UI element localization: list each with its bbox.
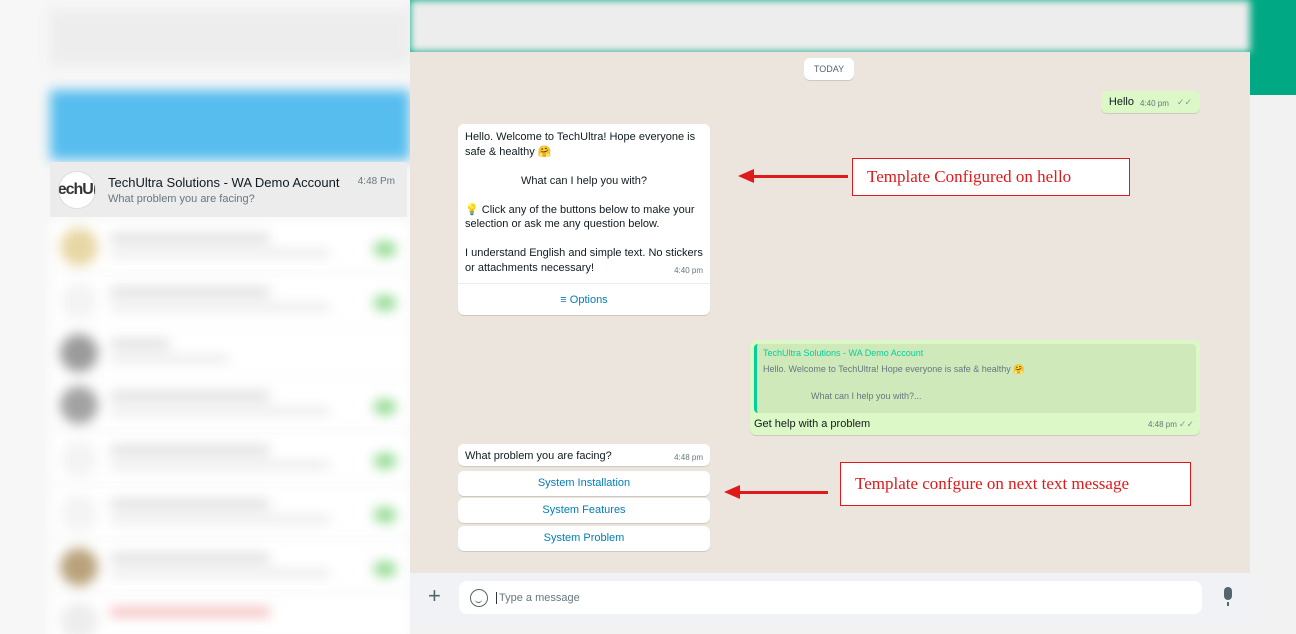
avatar: echUl <box>58 170 96 209</box>
active-chat-item[interactable]: echUl TechUltra Solutions - WA Demo Acco… <box>50 162 407 217</box>
message-time: 4:48 pm <box>674 453 703 462</box>
read-ticks-icon: ✓✓ <box>1178 419 1194 429</box>
quoted-message[interactable]: TechUltra Solutions - WA Demo Account He… <box>754 344 1196 413</box>
outgoing-reply-message[interactable]: TechUltra Solutions - WA Demo Account He… <box>750 340 1200 435</box>
list-item[interactable] <box>50 220 410 272</box>
read-ticks-icon: ✓✓ <box>1176 97 1192 107</box>
conversation-panel: TODAY Hello 4:40 pm ✓✓ Hello. Welcome to… <box>410 52 1250 624</box>
list-item[interactable] <box>50 540 410 592</box>
list-item[interactable] <box>50 486 410 538</box>
problem-question-message[interactable]: What problem you are facing? 4:48 pm <box>458 444 710 466</box>
chat-last-message: What problem you are facing? <box>108 192 255 205</box>
message-time: 4:48 pm <box>1148 420 1177 429</box>
avatar-text: echUl <box>58 180 96 198</box>
date-divider: TODAY <box>804 58 854 80</box>
quick-reply-system-problem[interactable]: System Problem <box>458 526 710 551</box>
list-item[interactable] <box>50 432 410 484</box>
blurred-banner <box>50 90 410 160</box>
quoted-text-2: What can I help you with?... <box>811 391 922 401</box>
blurred-header <box>50 10 410 65</box>
chat-list-panel: echUl TechUltra Solutions - WA Demo Acco… <box>0 0 410 634</box>
options-button[interactable]: ≡ Options <box>458 282 710 315</box>
list-item[interactable] <box>50 326 410 378</box>
annotation-arrow-2 <box>724 485 828 499</box>
welcome-line-1: Hello. Welcome to TechUltra! Hope everyo… <box>465 131 696 158</box>
plus-icon[interactable]: + <box>428 583 441 609</box>
chat-time: 4:48 Pm <box>357 176 395 187</box>
quoted-sender: TechUltra Solutions - WA Demo Account <box>763 348 924 358</box>
chat-header <box>410 0 1250 52</box>
message-text: What problem you are facing? <box>465 450 612 462</box>
annotation-arrow-1 <box>738 169 848 183</box>
emoji-icon[interactable] <box>470 588 488 607</box>
annotation-box-2: Template confgure on next text message <box>840 462 1191 506</box>
quoted-text: Hello. Welcome to TechUltra! Hope everyo… <box>763 364 1025 374</box>
annotation-box-1: Template Configured on hello <box>852 158 1130 196</box>
welcome-template-message[interactable]: Hello. Welcome to TechUltra! Hope everyo… <box>458 124 710 315</box>
welcome-line-3: 💡 Click any of the buttons below to make… <box>465 203 695 231</box>
message-input[interactable]: Type a message <box>459 581 1202 614</box>
message-composer: + Type a message <box>410 573 1250 624</box>
message-placeholder: Type a message <box>496 591 580 604</box>
list-item[interactable] <box>50 274 410 326</box>
message-text: Hello <box>1108 96 1134 108</box>
microphone-icon[interactable] <box>1224 587 1232 606</box>
welcome-line-2: What can I help you with? <box>521 174 647 187</box>
message-time: 4:40 pm <box>1140 99 1169 108</box>
outgoing-message-hello[interactable]: Hello 4:40 pm ✓✓ <box>1100 91 1200 113</box>
list-item[interactable] <box>50 378 410 430</box>
blurred-chat-list <box>0 0 410 634</box>
quick-reply-system-features[interactable]: System Features <box>458 498 710 523</box>
list-item[interactable] <box>50 594 410 634</box>
message-text: Get help with a problem <box>754 418 871 430</box>
quick-reply-system-installation[interactable]: System Installation <box>458 471 710 496</box>
